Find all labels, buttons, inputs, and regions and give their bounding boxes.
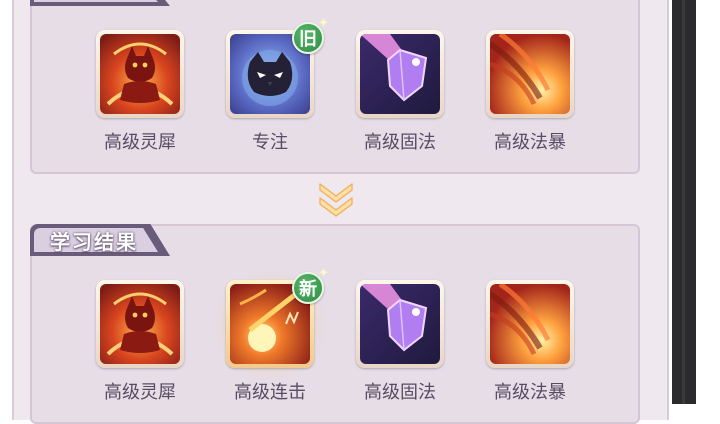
skill-slot-3[interactable] [356,30,444,118]
result-skill-name-3: 高级固法 [364,382,436,402]
side-scrollbar-line [682,0,685,404]
fire-burst-icon [490,284,570,364]
result-skill-name-4: 高级法暴 [494,382,566,402]
result-skill-name-1: 高级灵犀 [104,382,176,402]
current-skills-tab-inner [34,0,158,2]
purple-shield-icon [360,34,440,114]
sparkle-icon: ✦ [318,15,329,30]
sparkle-icon: ✦ [318,265,329,280]
red-cat-meditation-icon [100,34,180,114]
red-cat-meditation-icon [100,284,180,364]
result-section-title: 学习结果 [50,232,138,254]
purple-shield-icon [360,284,440,364]
result-skill-slot-4[interactable] [486,280,574,368]
result-skill-slot-1[interactable] [96,280,184,368]
skill-name-1: 高级灵犀 [104,132,176,152]
double-chevron-down-icon [319,183,353,217]
fire-burst-icon [490,34,570,114]
skill-slot-4[interactable] [486,30,574,118]
result-skill-slot-3[interactable] [356,280,444,368]
skill-name-3: 高级固法 [364,132,436,152]
skill-name-2: 专注 [252,132,288,152]
result-skill-name-2: 高级连击 [234,382,306,402]
skill-name-4: 高级法暴 [494,132,566,152]
skill-slot-1[interactable] [96,30,184,118]
